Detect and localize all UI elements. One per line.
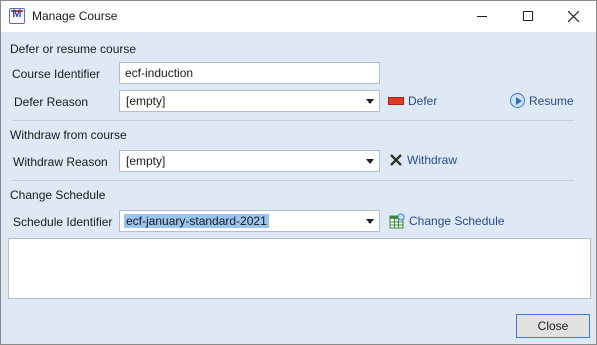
withdraw-reason-value: [empty]	[126, 154, 166, 168]
change-schedule-label: Change Schedule	[409, 214, 505, 228]
chevron-down-icon	[366, 99, 374, 104]
withdraw-reason-label: Withdraw Reason	[13, 155, 108, 169]
schedule-identifier-value: ecf-january-standard-2021	[124, 214, 269, 228]
close-icon	[568, 11, 579, 22]
maximize-icon	[523, 11, 533, 21]
withdraw-section-title: Withdraw from course	[10, 128, 127, 142]
divider	[12, 180, 574, 181]
title-bar[interactable]: M Manage Course	[1, 1, 596, 32]
minimize-icon	[477, 16, 487, 17]
change-schedule-button[interactable]: Change Schedule	[389, 213, 504, 229]
withdraw-label: Withdraw	[407, 153, 458, 167]
defer-section-title: Defer or resume course	[10, 42, 137, 56]
app-icon-letter: M	[12, 8, 22, 20]
defer-reason-value: [empty]	[126, 94, 166, 108]
withdraw-reason-select[interactable]: [empty]	[119, 150, 380, 172]
withdraw-button[interactable]: Withdraw	[389, 153, 457, 167]
divider	[12, 120, 574, 121]
manage-course-dialog: M Manage Course Defer or resume course C…	[0, 0, 597, 345]
defer-reason-label: Defer Reason	[14, 95, 89, 109]
course-identifier-label: Course Identifier	[12, 67, 101, 81]
chevron-down-icon	[366, 219, 374, 224]
x-icon	[389, 153, 403, 167]
schedule-section-title: Change Schedule	[10, 188, 106, 202]
defer-reason-select[interactable]: [empty]	[119, 90, 380, 112]
schedule-identifier-label: Schedule Identifier	[13, 215, 113, 229]
maximize-button[interactable]	[505, 1, 551, 32]
play-icon	[510, 93, 525, 108]
chevron-down-icon	[366, 159, 374, 164]
close-window-button[interactable]	[551, 1, 597, 32]
resume-button[interactable]: Resume	[510, 93, 574, 108]
minimize-button[interactable]	[459, 1, 505, 32]
defer-label: Defer	[408, 94, 438, 108]
output-area[interactable]	[8, 238, 591, 299]
defer-icon	[388, 97, 404, 105]
defer-button[interactable]: Defer	[388, 94, 437, 108]
close-button[interactable]: Close	[516, 314, 590, 338]
calendar-icon	[389, 213, 405, 229]
window-title: Manage Course	[32, 9, 118, 23]
app-icon: M	[9, 8, 25, 24]
schedule-identifier-select[interactable]: ecf-january-standard-2021	[119, 210, 380, 232]
course-identifier-input[interactable]	[119, 62, 380, 84]
resume-label: Resume	[529, 93, 574, 108]
